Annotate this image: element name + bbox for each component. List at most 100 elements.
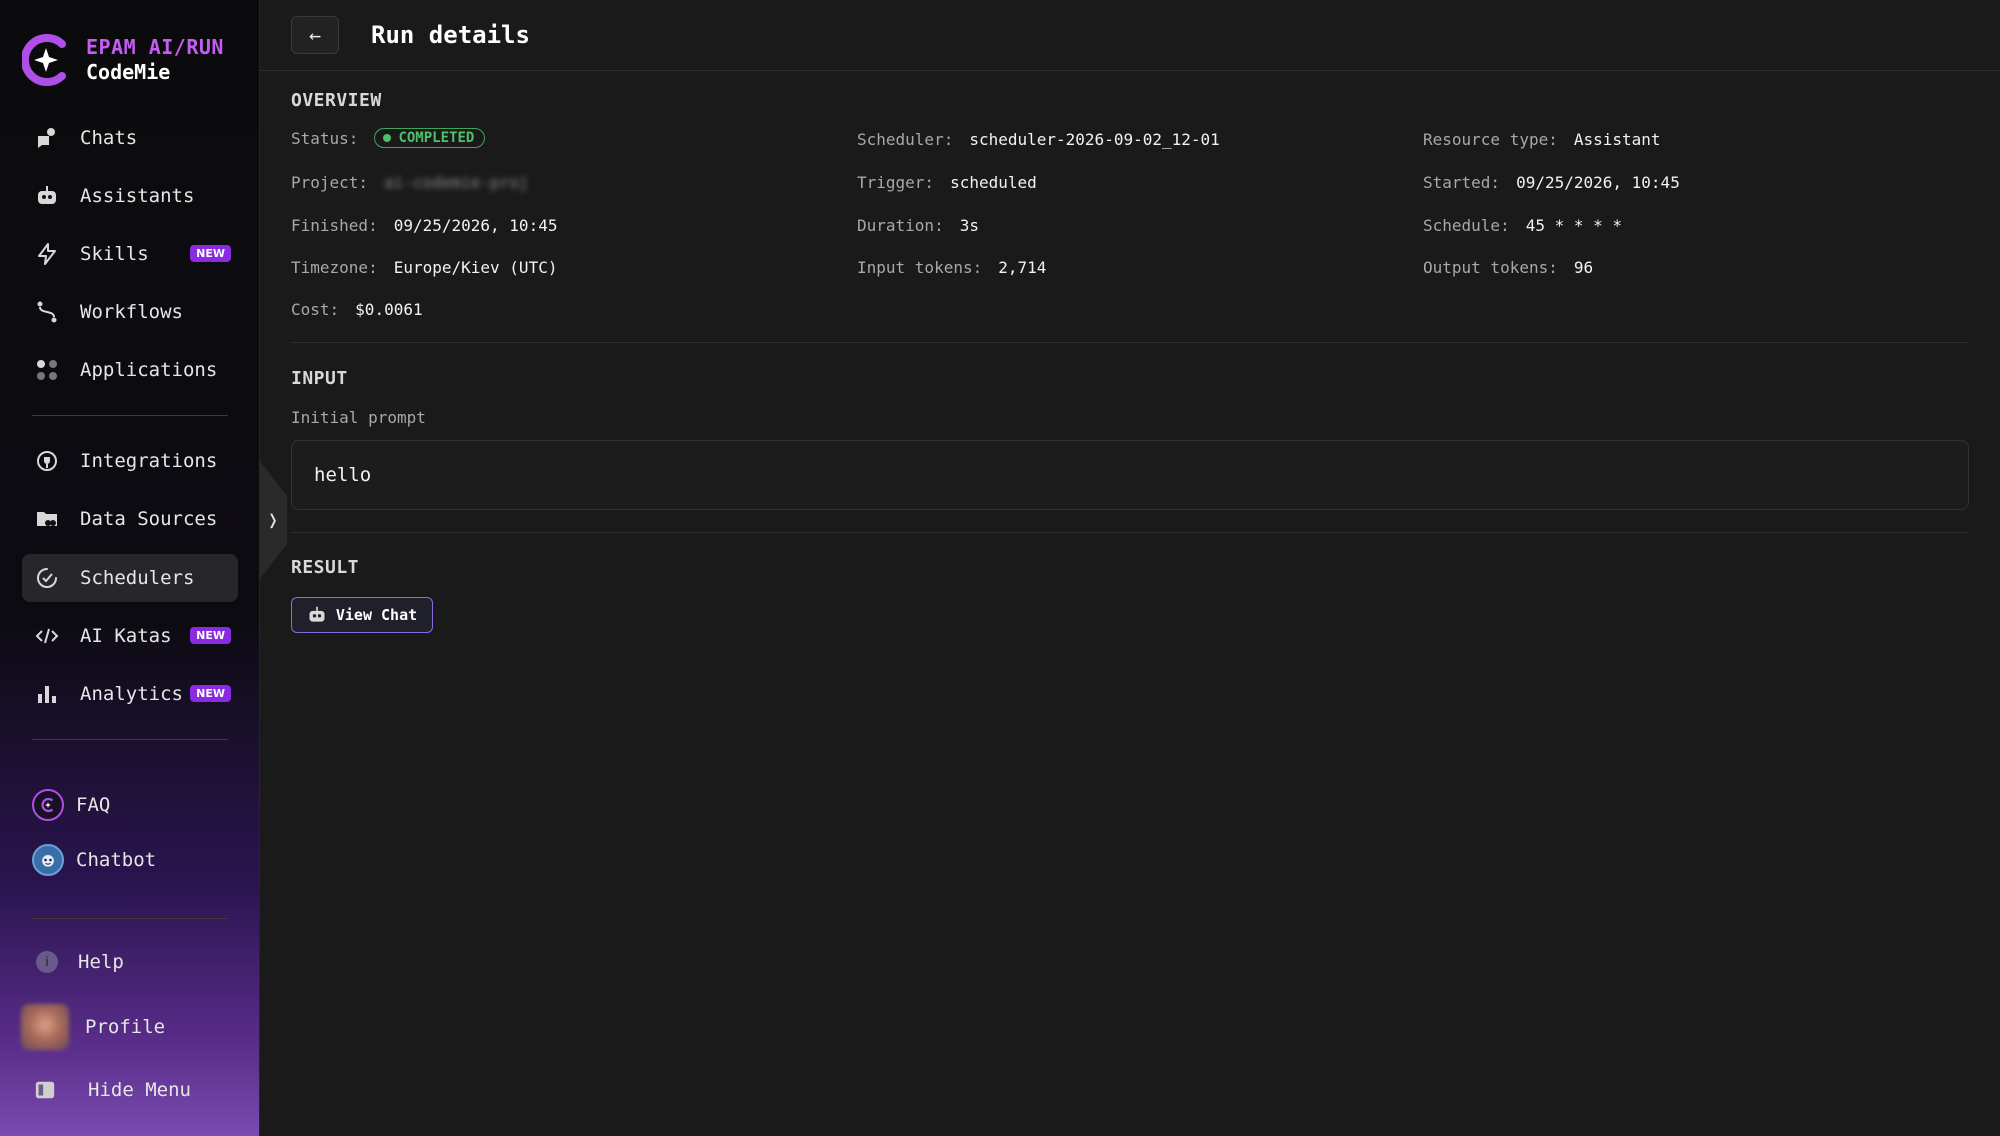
robot-icon bbox=[34, 183, 60, 209]
sidebar-item-help[interactable]: i Help bbox=[32, 951, 124, 973]
new-badge: NEW bbox=[190, 627, 231, 644]
sidebar-toggle-icon bbox=[34, 1079, 56, 1101]
started-label: Started: bbox=[1423, 173, 1501, 192]
sidebar-divider bbox=[32, 918, 228, 919]
chats-icon bbox=[34, 125, 60, 151]
status-field: Status: COMPLETED bbox=[291, 128, 486, 148]
timezone-value: Europe/Kiev (UTC) bbox=[393, 258, 558, 277]
sidebar-item-integrations[interactable]: Integrations bbox=[22, 437, 238, 485]
result-section-title: RESULT bbox=[291, 557, 360, 578]
sidebar-item-label: FAQ bbox=[76, 794, 111, 816]
trigger-field: Trigger: scheduled bbox=[857, 173, 1037, 192]
initial-prompt-box: hello bbox=[291, 440, 1969, 510]
initial-prompt-text: hello bbox=[314, 464, 372, 486]
sidebar-item-label: Workflows bbox=[80, 301, 183, 323]
finished-value: 09/25/2026, 10:45 bbox=[393, 216, 558, 235]
sidebar-item-chats[interactable]: Chats bbox=[22, 114, 238, 162]
schedule-value: 45 * * * * bbox=[1525, 216, 1623, 235]
view-chat-button[interactable]: View Chat bbox=[291, 597, 433, 633]
plug-icon bbox=[34, 448, 60, 474]
back-button[interactable]: ← bbox=[291, 16, 339, 54]
trigger-label: Trigger: bbox=[857, 173, 935, 192]
status-value: COMPLETED bbox=[398, 130, 475, 146]
timezone-label: Timezone: bbox=[291, 258, 378, 277]
main-content: ← Run details OVERVIEW Status: COMPLETED… bbox=[260, 0, 2000, 1136]
sidebar-item-skills[interactable]: Skills NEW bbox=[22, 230, 238, 278]
sidebar-item-label: Integrations bbox=[80, 450, 218, 472]
sidebar-item-profile[interactable]: Profile bbox=[21, 1004, 165, 1050]
faq-icon bbox=[32, 789, 64, 821]
sidebar-item-label: Applications bbox=[80, 359, 218, 381]
output-tokens-label: Output tokens: bbox=[1423, 258, 1558, 277]
finished-field: Finished: 09/25/2026, 10:45 bbox=[291, 216, 557, 235]
sidebar-item-label: Analytics bbox=[80, 683, 183, 705]
codemie-logo-icon bbox=[22, 34, 66, 86]
sidebar-item-chatbot[interactable]: Chatbot bbox=[32, 844, 156, 876]
sidebar-item-data-sources[interactable]: Data Sources bbox=[22, 495, 238, 543]
sidebar-item-assistants[interactable]: Assistants bbox=[22, 172, 238, 220]
brand[interactable]: EPAM AI/RUN CodeMie bbox=[22, 32, 224, 88]
schedule-label: Schedule: bbox=[1423, 216, 1510, 235]
sidebar-item-label: Profile bbox=[85, 1016, 166, 1038]
sidebar-item-label: Help bbox=[78, 951, 124, 973]
section-divider bbox=[291, 342, 1969, 343]
resource-type-label: Resource type: bbox=[1423, 130, 1558, 149]
clock-check-icon bbox=[34, 565, 60, 591]
workflow-icon bbox=[34, 299, 60, 325]
output-tokens-value: 96 bbox=[1573, 258, 1594, 277]
started-field: Started: 09/25/2026, 10:45 bbox=[1423, 173, 1680, 192]
folder-link-icon bbox=[34, 506, 60, 532]
sidebar-item-label: Skills bbox=[80, 243, 149, 265]
sidebar-item-label: Chatbot bbox=[76, 849, 157, 871]
sidebar-item-applications[interactable]: Applications bbox=[22, 346, 238, 394]
timezone-field: Timezone: Europe/Kiev (UTC) bbox=[291, 258, 557, 277]
sidebar-item-label: Hide Menu bbox=[88, 1079, 191, 1101]
status-dot-icon bbox=[383, 134, 392, 142]
status-badge: COMPLETED bbox=[374, 128, 486, 148]
finished-label: Finished: bbox=[291, 216, 378, 235]
code-icon bbox=[34, 623, 60, 649]
duration-field: Duration: 3s bbox=[857, 216, 979, 235]
lightning-icon bbox=[34, 241, 60, 267]
sidebar-item-faq[interactable]: FAQ bbox=[32, 789, 110, 821]
avatar bbox=[21, 1004, 69, 1050]
resource-type-value: Assistant bbox=[1573, 130, 1661, 149]
cost-label: Cost: bbox=[291, 300, 340, 319]
sidebar-item-label: Assistants bbox=[80, 185, 195, 207]
arrow-left-icon: ← bbox=[308, 23, 322, 47]
view-chat-label: View Chat bbox=[335, 606, 418, 624]
duration-label: Duration: bbox=[857, 216, 944, 235]
overview-section-title: OVERVIEW bbox=[291, 90, 382, 111]
sidebar-item-label: Data Sources bbox=[80, 508, 218, 530]
project-label: Project: bbox=[291, 173, 369, 192]
sidebar-item-hide-menu[interactable]: Hide Menu bbox=[32, 1079, 191, 1101]
sidebar-item-label: Chats bbox=[80, 127, 138, 149]
initial-prompt-label: Initial prompt bbox=[291, 408, 426, 427]
sidebar-item-analytics[interactable]: Analytics NEW bbox=[22, 670, 238, 718]
sidebar-item-label: Schedulers bbox=[80, 567, 195, 589]
brand-name-top: EPAM AI/RUN bbox=[86, 35, 224, 59]
started-value: 09/25/2026, 10:45 bbox=[1516, 173, 1680, 192]
sidebar-divider bbox=[32, 415, 228, 416]
sidebar-item-workflows[interactable]: Workflows bbox=[22, 288, 238, 336]
sidebar-item-ai-katas[interactable]: AI Katas NEW bbox=[22, 612, 238, 660]
input-tokens-field: Input tokens: 2,714 bbox=[857, 258, 1046, 277]
bar-chart-icon bbox=[34, 681, 60, 707]
new-badge: NEW bbox=[190, 685, 231, 702]
scheduler-value: scheduler-2026-09-02_12-01 bbox=[969, 130, 1220, 149]
page-title: Run details bbox=[371, 21, 530, 49]
new-badge: NEW bbox=[190, 245, 231, 262]
status-label: Status: bbox=[291, 128, 359, 148]
project-field: Project: ai-codemie-proj bbox=[291, 173, 529, 192]
sidebar: EPAM AI/RUN CodeMie Chats Assistants Ski… bbox=[0, 0, 260, 1136]
scheduler-field: Scheduler: scheduler-2026-09-02_12-01 bbox=[857, 130, 1220, 149]
info-icon: i bbox=[36, 951, 58, 973]
sidebar-item-schedulers[interactable]: Schedulers bbox=[22, 554, 238, 602]
trigger-value: scheduled bbox=[950, 173, 1037, 192]
resource-type-field: Resource type: Assistant bbox=[1423, 130, 1661, 149]
grid-icon bbox=[34, 357, 60, 383]
cost-field: Cost: $0.0061 bbox=[291, 300, 423, 319]
sidebar-item-label: AI Katas bbox=[80, 625, 172, 647]
schedule-field: Schedule: 45 * * * * bbox=[1423, 216, 1622, 235]
cost-value: $0.0061 bbox=[355, 300, 423, 319]
